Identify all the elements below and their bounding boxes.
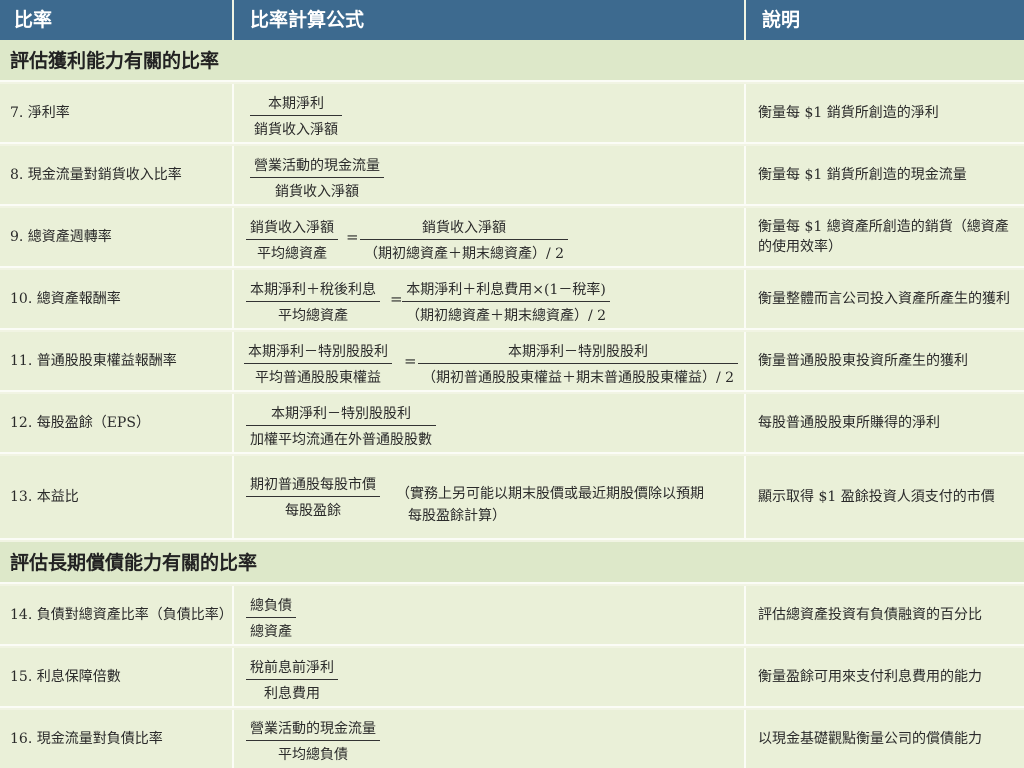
fraction: 期初普通股每股市價 每股盈餘	[246, 474, 380, 520]
table-row: 16. 現金流量對負債比率 營業活動的現金流量 平均總負債 以現金基礎觀點衡量公…	[0, 710, 1024, 768]
ratio-description: 衡量盈餘可用來支付利息費用的能力	[758, 669, 982, 685]
equals-sign: =	[346, 228, 359, 246]
ratio-formula: 營業活動的現金流量 銷貨收入淨額	[236, 146, 746, 204]
fraction-expanded: 銷貨收入淨額 （期初總資產＋期末總資產）/ 2	[360, 217, 569, 263]
denominator: 銷貨收入淨額	[254, 122, 338, 138]
ratio-formula: 本期淨利 銷貨收入淨額	[236, 84, 746, 142]
denominator: 利息費用	[264, 686, 320, 702]
table-row: 9. 總資產週轉率 銷貨收入淨額 平均總資產 = 銷貨收入淨額 （期初總資產＋期…	[0, 208, 1024, 268]
numerator: 稅前息前淨利	[246, 657, 338, 680]
equals-sign: =	[390, 290, 403, 308]
ratio-description: 以現金基礎觀點衡量公司的償債能力	[758, 731, 982, 747]
fraction: 本期淨利 銷貨收入淨額	[250, 93, 342, 139]
numerator: 本期淨利－特別股股利	[244, 341, 392, 364]
formula-note-line1: （實務上另可能以期末股價或最近期股價除以預期	[396, 486, 704, 502]
ratio-table: 比率 比率計算公式 說明 評估獲利能力有關的比率 7. 淨利率 本期淨利 銷貨收…	[0, 0, 1024, 768]
denominator: 平均總負債	[278, 747, 348, 763]
ratio-formula: 稅前息前淨利 利息費用	[236, 648, 746, 706]
ratio-description: 衡量整體而言公司投入資產所產生的獲利	[758, 291, 1010, 307]
numerator: 本期淨利－特別股股利	[418, 341, 739, 364]
fraction: 銷貨收入淨額 平均總資產	[246, 217, 338, 263]
ratio-name: 10. 總資產報酬率	[0, 270, 234, 328]
section-profitability: 評估獲利能力有關的比率	[0, 40, 1024, 82]
denominator: （期初普通股股東權益＋期末普通股股東權益）/ 2	[422, 370, 735, 386]
ratio-formula: 本期淨利－特別股股利 加權平均流通在外普通股股數	[236, 394, 746, 452]
header-description: 說明	[762, 9, 801, 31]
denominator: 平均總資產	[257, 246, 327, 262]
numerator: 銷貨收入淨額	[246, 217, 338, 240]
ratio-name: 16. 現金流量對負債比率	[0, 710, 234, 768]
table-header: 比率 比率計算公式 說明	[0, 0, 1024, 40]
ratio-name: 15. 利息保障倍數	[0, 648, 234, 706]
table-row: 14. 負債對總資產比率（負債比率） 總負債 總資產 評估總資產投資有負債融資的…	[0, 586, 1024, 646]
denominator: 銷貨收入淨額	[275, 184, 359, 200]
denominator: 加權平均流通在外普通股股數	[250, 432, 432, 448]
ratio-description: 衡量普通股股東投資所產生的獲利	[758, 353, 968, 369]
ratio-description: 衡量每 $1 銷貨所創造的淨利	[758, 105, 939, 121]
numerator: 營業活動的現金流量	[246, 718, 380, 741]
ratio-formula: 期初普通股每股市價 每股盈餘 （實務上另可能以期末股價或最近期股價除以預期 每股…	[236, 456, 746, 538]
ratio-name: 11. 普通股股東權益報酬率	[0, 332, 234, 390]
ratio-formula: 銷貨收入淨額 平均總資產 = 銷貨收入淨額 （期初總資產＋期末總資產）/ 2	[236, 208, 746, 266]
ratio-name: 12. 每股盈餘（EPS）	[0, 394, 234, 452]
fraction: 總負債 總資產	[246, 595, 296, 641]
numerator: 銷貨收入淨額	[360, 217, 569, 240]
denominator: 平均總資產	[278, 308, 348, 324]
table-row: 13. 本益比 期初普通股每股市價 每股盈餘 （實務上另可能以期末股價或最近期股…	[0, 456, 1024, 540]
numerator: 總負債	[246, 595, 296, 618]
ratio-formula: 總負債 總資產	[236, 586, 746, 644]
ratio-description: 顯示取得 $1 盈餘投資人須支付的市價	[758, 489, 995, 505]
table-row: 8. 現金流量對銷貨收入比率 營業活動的現金流量 銷貨收入淨額 衡量每 $1 銷…	[0, 146, 1024, 206]
table-row: 12. 每股盈餘（EPS） 本期淨利－特別股股利 加權平均流通在外普通股股數 每…	[0, 394, 1024, 454]
denominator: 總資產	[250, 624, 292, 640]
ratio-formula: 本期淨利＋稅後利息 平均總資產 = 本期淨利＋利息費用×(1－稅率) （期初總資…	[236, 270, 746, 328]
fraction: 本期淨利－特別股股利 加權平均流通在外普通股股數	[246, 403, 436, 449]
table-row: 7. 淨利率 本期淨利 銷貨收入淨額 衡量每 $1 銷貨所創造的淨利	[0, 84, 1024, 144]
table-row: 11. 普通股股東權益報酬率 本期淨利－特別股股利 平均普通股股東權益 = 本期…	[0, 332, 1024, 392]
ratio-description: 每股普通股股東所賺得的淨利	[758, 415, 940, 431]
table-row: 10. 總資產報酬率 本期淨利＋稅後利息 平均總資產 = 本期淨利＋利息費用×(…	[0, 270, 1024, 330]
ratio-description: 衡量每 $1 銷貨所創造的現金流量	[758, 167, 967, 183]
equals-sign: =	[404, 352, 417, 370]
numerator: 營業活動的現金流量	[250, 155, 384, 178]
formula-note-line2: 每股盈餘計算）	[408, 508, 506, 524]
ratio-name: 14. 負債對總資產比率（負債比率）	[0, 586, 234, 644]
header-formula: 比率計算公式	[236, 0, 746, 40]
fraction-expanded: 本期淨利－特別股股利 （期初普通股股東權益＋期末普通股股東權益）/ 2	[418, 341, 739, 387]
ratio-name: 7. 淨利率	[0, 84, 234, 142]
ratio-name: 9. 總資產週轉率	[0, 208, 234, 266]
ratio-description: 衡量每 $1 總資產所創造的銷貨（總資產的使用效率）	[758, 219, 1009, 255]
header-ratio: 比率	[0, 0, 234, 40]
ratio-formula: 本期淨利－特別股股利 平均普通股股東權益 = 本期淨利－特別股股利 （期初普通股…	[236, 332, 746, 390]
section-solvency: 評估長期償債能力有關的比率	[0, 542, 1024, 584]
fraction-expanded: 本期淨利＋利息費用×(1－稅率) （期初總資產＋期末總資產）/ 2	[402, 279, 611, 325]
fraction: 本期淨利＋稅後利息 平均總資產	[246, 279, 380, 325]
denominator: （期初總資產＋期末總資產）/ 2	[406, 308, 607, 324]
ratio-description: 評估總資產投資有負債融資的百分比	[758, 607, 982, 623]
denominator: 每股盈餘	[285, 503, 341, 519]
fraction: 營業活動的現金流量 銷貨收入淨額	[250, 155, 384, 201]
fraction: 稅前息前淨利 利息費用	[246, 657, 338, 703]
numerator: 期初普通股每股市價	[246, 474, 380, 497]
ratio-formula: 營業活動的現金流量 平均總負債	[236, 710, 746, 768]
table-row: 15. 利息保障倍數 稅前息前淨利 利息費用 衡量盈餘可用來支付利息費用的能力	[0, 648, 1024, 708]
fraction: 營業活動的現金流量 平均總負債	[246, 718, 380, 764]
denominator: 平均普通股股東權益	[255, 370, 381, 386]
fraction: 本期淨利－特別股股利 平均普通股股東權益	[244, 341, 392, 387]
numerator: 本期淨利－特別股股利	[246, 403, 436, 426]
numerator: 本期淨利＋稅後利息	[246, 279, 380, 302]
numerator: 本期淨利	[250, 93, 342, 116]
numerator: 本期淨利＋利息費用×(1－稅率)	[402, 279, 611, 302]
ratio-name: 13. 本益比	[0, 456, 234, 538]
ratio-name: 8. 現金流量對銷貨收入比率	[0, 146, 234, 204]
denominator: （期初總資產＋期末總資產）/ 2	[364, 246, 565, 262]
